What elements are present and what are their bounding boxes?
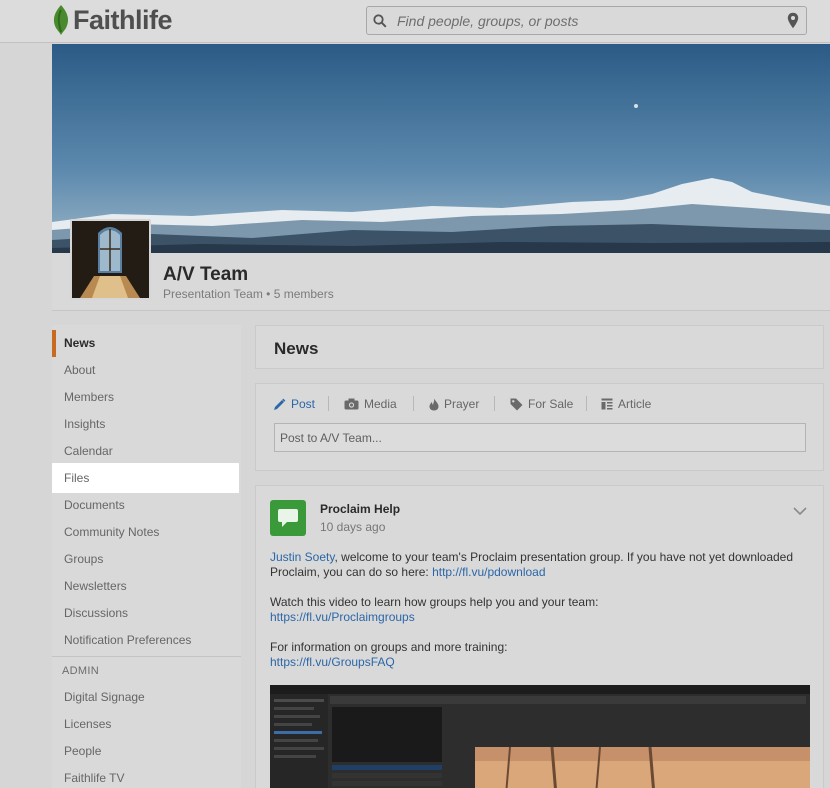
post-paragraph-faq: For information on groups and more train… xyxy=(270,640,810,670)
leaf-logo-icon xyxy=(53,5,69,35)
tab-article-label: Article xyxy=(618,397,652,411)
post-input[interactable] xyxy=(274,423,806,452)
post-timestamp[interactable]: 10 days ago xyxy=(320,520,385,534)
brand-name: Faithlife xyxy=(73,4,173,35)
search-input[interactable] xyxy=(393,7,780,34)
admin-section-header: ADMIN xyxy=(62,665,99,677)
tab-separator xyxy=(494,396,495,411)
faithlife-logo[interactable]: Faithlife xyxy=(51,3,173,37)
sidebar-divider xyxy=(52,656,241,657)
tab-separator xyxy=(413,396,414,411)
article-icon xyxy=(601,398,613,410)
post-paragraph-welcome: Justin Soety, welcome to your team's Pro… xyxy=(270,550,810,580)
tab-prayer-label: Prayer xyxy=(444,397,480,411)
sidebar-item-insights[interactable]: Insights xyxy=(52,411,241,438)
search-bar[interactable] xyxy=(366,6,807,35)
camera-icon xyxy=(344,398,359,410)
sidebar-item-digital-signage[interactable]: Digital Signage xyxy=(52,684,241,711)
sidebar-item-licenses[interactable]: Licenses xyxy=(52,711,241,738)
pencil-icon xyxy=(274,398,286,410)
group-avatar[interactable] xyxy=(70,219,151,300)
top-bar: Faithlife xyxy=(0,0,830,43)
sidebar-item-news[interactable]: News xyxy=(52,330,241,357)
sidebar-item-notification-preferences[interactable]: Notification Preferences xyxy=(52,627,241,654)
sidebar-item-people[interactable]: People xyxy=(52,738,241,765)
sidebar-item-newsletters[interactable]: Newsletters xyxy=(52,573,241,600)
group-banner-image xyxy=(52,44,830,253)
sidebar-item-groups[interactable]: Groups xyxy=(52,546,241,573)
post-author[interactable]: Proclaim Help xyxy=(320,502,400,516)
tab-media[interactable]: Media xyxy=(344,396,397,412)
post-paragraph-video: Watch this video to learn how groups hel… xyxy=(270,595,810,625)
groups-video-link[interactable]: https://fl.vu/Proclaimgroups xyxy=(270,610,415,624)
tab-prayer[interactable]: Prayer xyxy=(429,396,479,412)
post-video-thumbnail[interactable] xyxy=(270,685,810,788)
sidebar-item-members[interactable]: Members xyxy=(52,384,241,411)
sidebar-item-faithlife-tv[interactable]: Faithlife TV xyxy=(52,765,241,788)
tab-post-label: Post xyxy=(291,397,316,411)
sidebar-item-community-notes[interactable]: Community Notes xyxy=(52,519,241,546)
group-name: A/V Team xyxy=(163,264,249,285)
tab-for-sale[interactable]: For Sale xyxy=(510,396,573,412)
tab-media-label: Media xyxy=(364,397,397,411)
flame-icon xyxy=(429,398,439,410)
tab-for-sale-label: For Sale xyxy=(528,397,574,411)
sidebar-item-discussions[interactable]: Discussions xyxy=(52,600,241,627)
news-title: News xyxy=(274,339,319,358)
news-header-panel: News xyxy=(255,325,824,369)
sidebar-item-documents[interactable]: Documents xyxy=(52,492,241,519)
tab-post[interactable]: Post xyxy=(273,396,315,412)
group-sidebar-nav: News About Members Insights Calendar Fil… xyxy=(52,325,241,788)
tab-separator xyxy=(328,396,329,411)
group-subtitle: Presentation Team • 5 members xyxy=(163,287,334,301)
post-composer: Post Media Prayer For Sale Article xyxy=(255,383,824,471)
faq-link[interactable]: https://fl.vu/GroupsFAQ xyxy=(270,655,395,669)
video-text: Watch this video to learn how groups hel… xyxy=(270,595,599,609)
faq-text: For information on groups and more train… xyxy=(270,640,508,654)
tag-icon xyxy=(510,398,523,410)
chat-bubble-icon xyxy=(278,509,298,527)
search-icon xyxy=(367,7,393,34)
proclaim-app-icon[interactable] xyxy=(270,500,306,536)
user-link[interactable]: Justin Soety xyxy=(270,550,334,564)
location-pin-icon[interactable] xyxy=(780,7,806,34)
sidebar-item-files[interactable]: Files xyxy=(52,463,239,493)
sidebar-item-about[interactable]: About xyxy=(52,357,241,384)
chevron-down-icon[interactable] xyxy=(793,502,807,520)
sidebar-item-calendar[interactable]: Calendar xyxy=(52,438,241,465)
news-feed-post: Proclaim Help 10 days ago Justin Soety, … xyxy=(255,485,824,788)
tab-separator xyxy=(586,396,587,411)
download-link[interactable]: http://fl.vu/pdownload xyxy=(432,565,545,579)
tab-article[interactable]: Article xyxy=(601,396,651,412)
